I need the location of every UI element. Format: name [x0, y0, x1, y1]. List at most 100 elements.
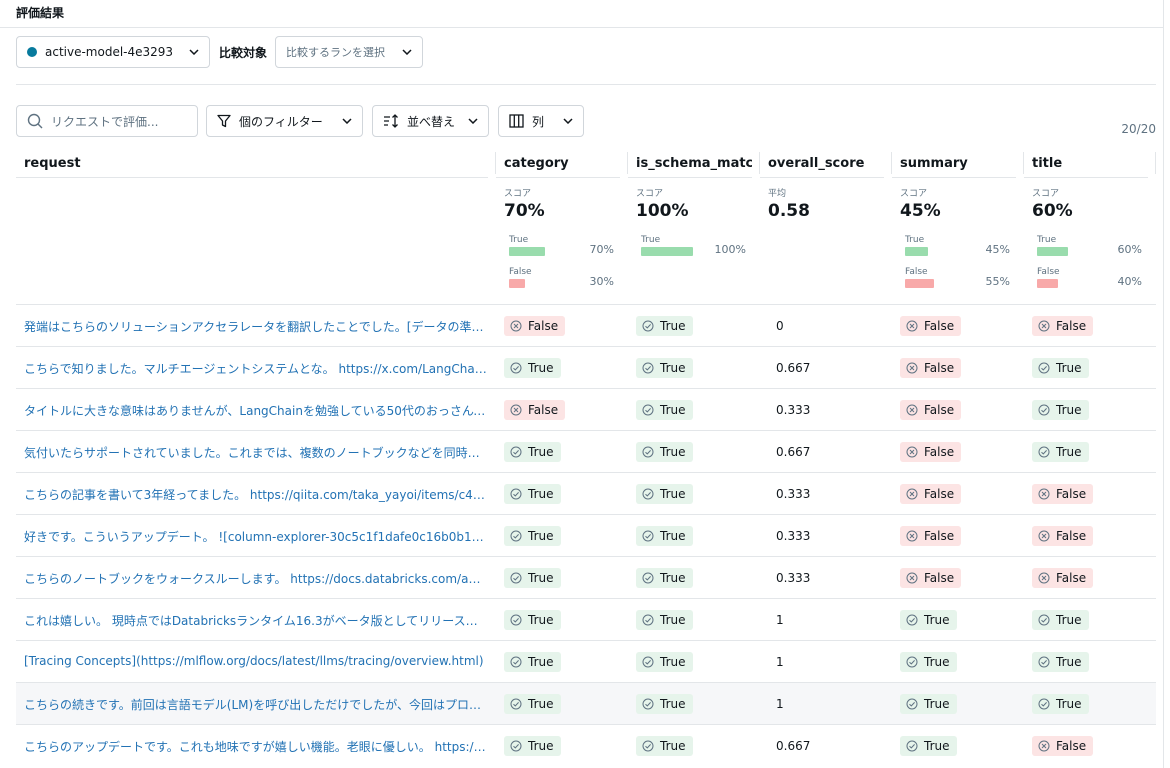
- assessment-badge-category[interactable]: True: [504, 358, 561, 378]
- assessment-badge-category[interactable]: True: [504, 526, 561, 546]
- request-link[interactable]: こちらのノートブックをウォークスルーします。 https://docs.data…: [24, 570, 487, 587]
- assessment-badge-summary[interactable]: False: [900, 358, 962, 378]
- assessment-badge-category[interactable]: False: [504, 400, 566, 420]
- check-circle-icon: [510, 488, 528, 500]
- x-circle-icon: [906, 362, 924, 374]
- request-link[interactable]: 気付いたらサポートされていました。これまでは、複数のノートブックなどを同時に開く: [24, 444, 487, 461]
- assessment-badge-title[interactable]: False: [1032, 736, 1094, 756]
- x-circle-icon: [1038, 572, 1056, 584]
- assessment-badge-is-schema-match[interactable]: True: [636, 610, 693, 630]
- assessment-badge-is-schema-match[interactable]: True: [636, 358, 693, 378]
- check-circle-icon: [1038, 404, 1056, 416]
- assessment-badge-summary[interactable]: False: [900, 484, 962, 504]
- table-row[interactable]: こちらの記事を書いて3年経ってました。 https://qiita.com/ta…: [16, 472, 1156, 514]
- overall-score-value: 1: [776, 697, 784, 711]
- request-link[interactable]: 好きです。こういうアップデート。 ![column-explorer-30c5c…: [24, 528, 487, 545]
- assessment-badge-title[interactable]: False: [1032, 568, 1094, 588]
- request-link[interactable]: こちらの続きです。前回は言語モデル(LM)を呼び出しただけでしたが、今回はプロン…: [24, 696, 487, 713]
- table-row[interactable]: こちらで知りました。マルチエージェントシステムとな。 https://x.com…: [16, 346, 1156, 388]
- assessment-badge-summary[interactable]: False: [900, 526, 962, 546]
- distribution-bar-true: [905, 247, 928, 256]
- assessment-badge-summary[interactable]: True: [900, 610, 957, 630]
- column-header-request[interactable]: request: [16, 152, 488, 178]
- assessment-badge-category[interactable]: True: [504, 484, 561, 504]
- run-selector[interactable]: active-model-4e3293: [16, 36, 210, 68]
- request-link[interactable]: これは嬉しい。 現時点ではDatabricksランタイム16.3がベータ版として…: [24, 612, 487, 629]
- stat-summary: スコア 45%: [900, 186, 941, 221]
- request-link[interactable]: 発端はこちらのソリューションアクセラレータを翻訳したことでした。[データの準備]…: [24, 318, 487, 335]
- column-header-overall-score[interactable]: overall_score: [760, 152, 884, 178]
- search-placeholder: リクエストで評価...: [51, 114, 159, 129]
- stat-label: スコア: [1032, 189, 1060, 199]
- result-count: 20/20: [1121, 122, 1156, 136]
- assessment-badge-is-schema-match[interactable]: True: [636, 400, 693, 420]
- assessment-badge-is-schema-match[interactable]: True: [636, 442, 693, 462]
- table-row[interactable]: [Tracing Concepts](https://mlflow.org/do…: [16, 640, 1156, 682]
- assessment-badge-summary[interactable]: True: [900, 736, 957, 756]
- check-circle-icon: [906, 614, 924, 626]
- assessment-badge-summary[interactable]: False: [900, 568, 962, 588]
- table-row[interactable]: こちらの続きです。前回は言語モデル(LM)を呼び出しただけでしたが、今回はプロン…: [16, 682, 1156, 724]
- assessment-value: False: [924, 529, 955, 543]
- assessment-badge-summary[interactable]: False: [900, 316, 962, 336]
- assessment-badge-title[interactable]: True: [1032, 652, 1089, 672]
- table-row[interactable]: こちらのアップデートです。これも地味ですが嬉しい機能。老眼に優しい。 https…: [16, 724, 1156, 766]
- assessment-badge-title[interactable]: True: [1032, 400, 1089, 420]
- panel-border: [1163, 0, 1164, 768]
- assessment-badge-is-schema-match[interactable]: True: [636, 568, 693, 588]
- assessment-badge-is-schema-match[interactable]: True: [636, 526, 693, 546]
- request-link[interactable]: [Tracing Concepts](https://mlflow.org/do…: [24, 654, 487, 668]
- assessment-badge-summary[interactable]: False: [900, 442, 962, 462]
- assessment-badge-is-schema-match[interactable]: True: [636, 652, 693, 672]
- column-header-title[interactable]: title: [1024, 152, 1148, 178]
- table-row[interactable]: これは嬉しい。 現時点ではDatabricksランタイム16.3がベータ版として…: [16, 598, 1156, 640]
- assessment-badge-summary[interactable]: True: [900, 694, 957, 714]
- assessment-badge-title[interactable]: False: [1032, 526, 1094, 546]
- table-row[interactable]: タイトルに大きな意味はありませんが、LangChainを勉強している50代のおっ…: [16, 388, 1156, 430]
- distribution-true-summary: True 45%: [905, 235, 1010, 263]
- assessment-badge-title[interactable]: True: [1032, 694, 1089, 714]
- table-row[interactable]: 気付いたらサポートされていました。これまでは、複数のノートブックなどを同時に開く…: [16, 430, 1156, 472]
- assessment-badge-category[interactable]: True: [504, 694, 561, 714]
- request-link[interactable]: こちらのアップデートです。これも地味ですが嬉しい機能。老眼に優しい。 https…: [24, 738, 487, 755]
- column-header-category[interactable]: category: [496, 152, 620, 178]
- assessment-badge-category[interactable]: True: [504, 610, 561, 630]
- assessment-badge-category[interactable]: True: [504, 736, 561, 756]
- column-header-summary[interactable]: summary: [892, 152, 1016, 178]
- columns-button[interactable]: 列: [498, 105, 584, 137]
- assessment-badge-category[interactable]: False: [504, 316, 566, 336]
- assessment-badge-summary[interactable]: True: [900, 652, 957, 672]
- table-row[interactable]: こちらのノートブックをウォークスルーします。 https://docs.data…: [16, 556, 1156, 598]
- assessment-badge-category[interactable]: True: [504, 652, 561, 672]
- request-link[interactable]: こちらの記事を書いて3年経ってました。 https://qiita.com/ta…: [24, 486, 487, 503]
- assessment-badge-category[interactable]: True: [504, 442, 561, 462]
- assessment-badge-title[interactable]: True: [1032, 358, 1089, 378]
- x-circle-icon: [906, 572, 924, 584]
- table-row[interactable]: 好きです。こういうアップデート。 ![column-explorer-30c5c…: [16, 514, 1156, 556]
- assessment-value: False: [1056, 487, 1087, 501]
- request-link[interactable]: タイトルに大きな意味はありませんが、LangChainを勉強している50代のおっ…: [24, 402, 487, 419]
- table-row[interactable]: 発端はこちらのソリューションアクセラレータを翻訳したことでした。[データの準備]…: [16, 304, 1156, 346]
- assessment-badge-title[interactable]: False: [1032, 484, 1094, 504]
- assessment-badge-title[interactable]: False: [1032, 316, 1094, 336]
- assessment-badge-is-schema-match[interactable]: True: [636, 694, 693, 714]
- sort-button[interactable]: 並べ替え: [372, 105, 489, 137]
- request-link[interactable]: こちらで知りました。マルチエージェントシステムとな。 https://x.com…: [24, 360, 487, 377]
- filter-button[interactable]: 個のフィルター: [206, 105, 363, 137]
- assessment-badge-title[interactable]: True: [1032, 610, 1089, 630]
- assessment-badge-is-schema-match[interactable]: True: [636, 484, 693, 504]
- assessment-badge-is-schema-match[interactable]: True: [636, 736, 693, 756]
- column-header-is-schema-match[interactable]: is_schema_match: [628, 152, 752, 178]
- check-circle-icon: [510, 656, 528, 668]
- assessment-badge-is-schema-match[interactable]: True: [636, 316, 693, 336]
- search-input[interactable]: リクエストで評価...: [16, 105, 198, 137]
- distribution-label: True: [509, 235, 529, 245]
- distribution-bar-true: [1037, 247, 1068, 256]
- stat-value: 100%: [636, 201, 689, 221]
- assessment-badge-summary[interactable]: False: [900, 400, 962, 420]
- distribution-false-category: False 30%: [509, 267, 614, 295]
- assessment-value: False: [528, 319, 559, 333]
- compare-run-selector[interactable]: 比較するランを選択: [275, 36, 423, 68]
- assessment-badge-category[interactable]: True: [504, 568, 561, 588]
- assessment-badge-title[interactable]: True: [1032, 442, 1089, 462]
